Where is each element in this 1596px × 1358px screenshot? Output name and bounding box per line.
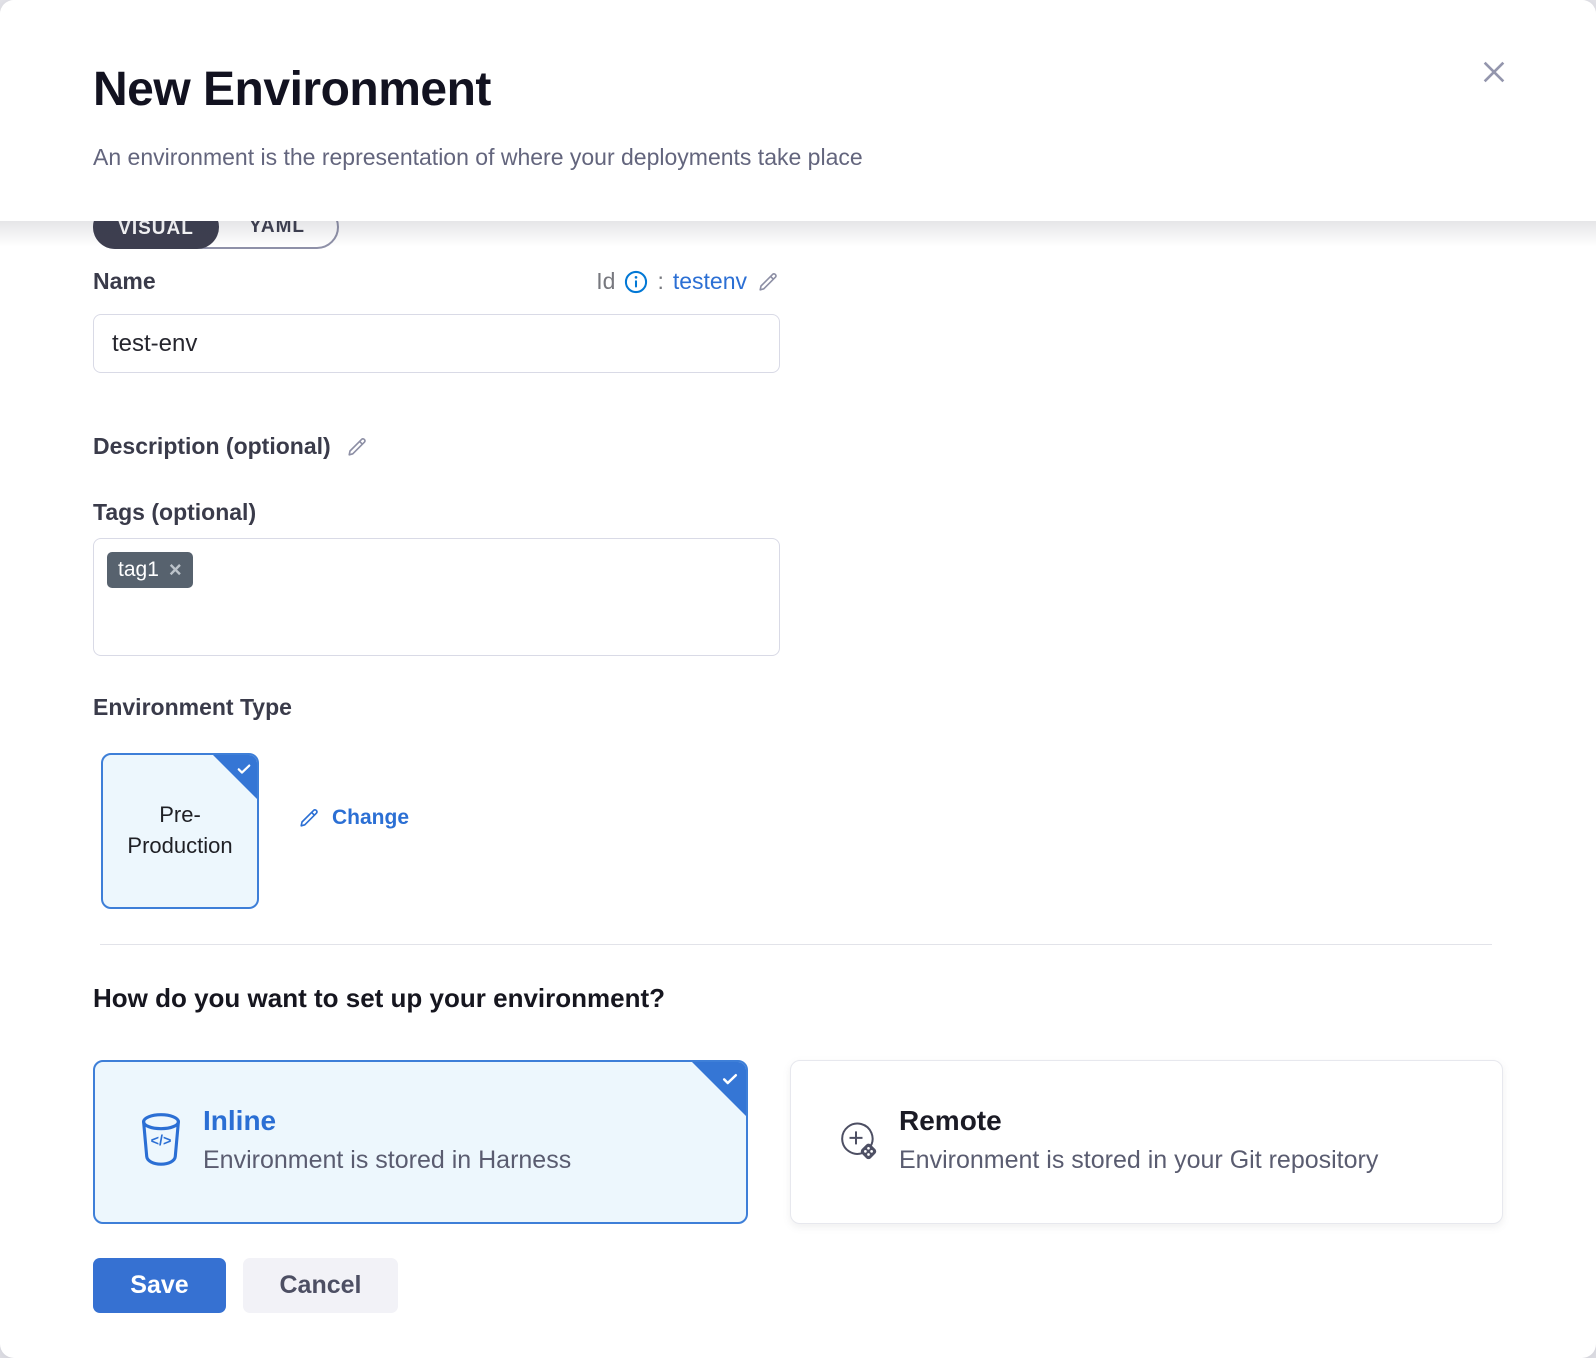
name-label: Name: [93, 268, 156, 295]
change-label: Change: [332, 806, 409, 830]
remote-option-content: Remote Environment is stored in your Git…: [833, 1105, 1378, 1175]
description-label: Description (optional): [93, 433, 331, 460]
new-environment-dialog: VISUAL YAML New Environment An environme…: [0, 0, 1596, 1358]
database-code-icon: </>: [137, 1114, 185, 1166]
environment-type-label: Environment Type: [93, 694, 292, 721]
inline-option-content: </> Inline Environment is stored in Harn…: [137, 1105, 571, 1175]
selected-check-corner: [213, 755, 257, 799]
description-row: Description (optional): [93, 433, 369, 460]
check-icon: [720, 1069, 740, 1089]
close-button[interactable]: [1474, 52, 1514, 92]
inline-option-description: Environment is stored in Harness: [203, 1146, 571, 1175]
dialog-subtitle: An environment is the representation of …: [93, 144, 863, 171]
section-divider: [100, 944, 1492, 945]
id-value[interactable]: testenv: [673, 268, 747, 295]
tag-chip-text: tag1: [118, 558, 159, 582]
info-icon[interactable]: [624, 270, 648, 294]
remote-option-title: Remote: [899, 1105, 1378, 1137]
edit-id-pencil-icon[interactable]: [756, 270, 780, 294]
edit-description-pencil-icon[interactable]: [345, 435, 369, 459]
id-row: Id : testenv: [596, 268, 780, 295]
tags-label: Tags (optional): [93, 499, 256, 526]
remote-option-description: Environment is stored in your Git reposi…: [899, 1146, 1378, 1175]
remote-option-card[interactable]: Remote Environment is stored in your Git…: [790, 1060, 1503, 1224]
cancel-button[interactable]: Cancel: [243, 1258, 398, 1313]
svg-text:</>: </>: [151, 1134, 172, 1150]
close-icon: [1478, 56, 1510, 88]
name-row: Name Id : testenv: [93, 268, 780, 295]
save-button[interactable]: Save: [93, 1258, 226, 1313]
selected-check-corner: [692, 1062, 746, 1116]
change-pencil-icon: [297, 806, 321, 830]
environment-type-value: Pre-Production: [103, 800, 257, 862]
inline-option-card[interactable]: </> Inline Environment is stored in Harn…: [93, 1060, 748, 1224]
id-label: Id: [596, 268, 615, 295]
tag-chip: tag1 ×: [107, 552, 193, 588]
add-git-icon: [833, 1114, 881, 1166]
tag-remove-icon[interactable]: ×: [169, 559, 182, 581]
check-icon: [235, 760, 253, 778]
setup-heading: How do you want to set up your environme…: [93, 983, 665, 1014]
id-separator: :: [657, 268, 663, 295]
change-environment-type-button[interactable]: Change: [297, 806, 409, 830]
dialog-title: New Environment: [93, 62, 491, 117]
name-input[interactable]: [93, 314, 780, 373]
inline-option-title: Inline: [203, 1105, 571, 1137]
dialog-header: New Environment An environment is the re…: [0, 0, 1596, 221]
tags-input[interactable]: tag1 ×: [93, 538, 780, 656]
environment-type-card-pre-production[interactable]: Pre-Production: [101, 753, 259, 909]
